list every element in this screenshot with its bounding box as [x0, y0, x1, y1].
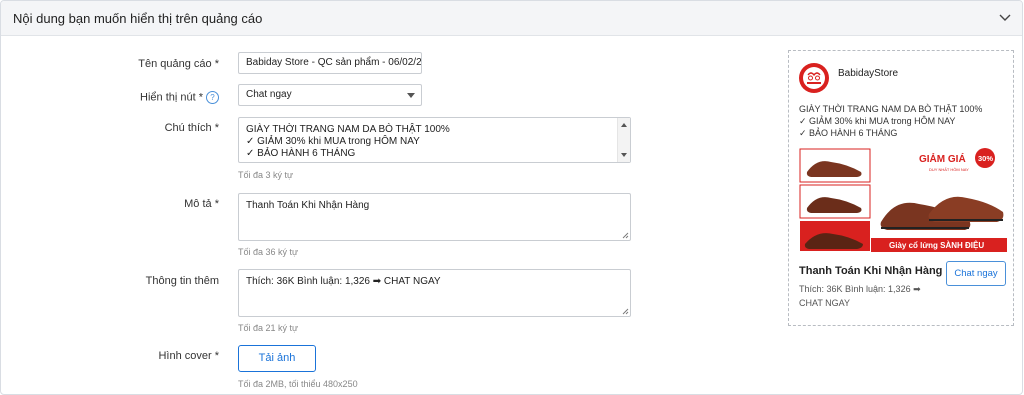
more-info-hint: Tối đa 21 ký tự [238, 323, 299, 333]
ad-preview-card: BabidayStore GIÀY THỜI TRANG NAM DA BÒ T… [788, 50, 1014, 326]
upload-image-button[interactable]: Tải ảnh [238, 345, 316, 372]
caption-line: ✓ GIẢM 30% khi MUA trong HÔM NAY [246, 136, 420, 147]
preview-caption: GIÀY THỜI TRANG NAM DA BÒ THẬT 100% ✓ GI… [799, 103, 1009, 139]
chevron-down-icon[interactable] [998, 10, 1012, 24]
resize-handle-icon[interactable] [622, 232, 629, 239]
cover-hint: Tối đa 2MB, tối thiểu 480x250 [238, 379, 358, 389]
ad-content-panel: Nội dung bạn muốn hiển thị trên quảng cá… [0, 0, 1023, 395]
banner-sale-text: GIẢM GIÁ [919, 152, 966, 165]
caption-line: ✓ BẢO HÀNH 6 THÁNG [246, 148, 356, 159]
preview-description: Thích: 36K Bình luận: 1,326 ➡ CHAT NGAY [799, 284, 921, 308]
description-textarea[interactable]: Thanh Toán Khi Nhận Hàng [238, 193, 631, 241]
button-select-value: Chat ngay [246, 89, 292, 100]
ad-name-label: Tên quảng cáo * [138, 58, 219, 70]
banner-slogan-text: Giày cổ lửng SÀNH ĐIỆU [889, 241, 984, 250]
resize-handle-icon[interactable] [622, 308, 629, 315]
button-display-label-text: Hiển thị nút * [140, 91, 203, 104]
store-avatar [799, 63, 829, 93]
preview-ad-image: GIẢM GIÁ 30% DUY NHẤT HÔM NAY Giày cổ lử… [799, 148, 1007, 252]
scroll-down-icon[interactable] [621, 153, 627, 157]
button-display-label: Hiển thị nút *? [140, 91, 219, 104]
preview-cta-button[interactable]: Chat ngay [946, 261, 1006, 286]
description-hint: Tối đa 36 ký tự [238, 247, 299, 257]
preview-headline: Thanh Toán Khi Nhận Hàng [799, 265, 943, 277]
more-info-text: Thích: 36K Bình luận: 1,326 ➡ CHAT NGAY [246, 276, 441, 287]
banner-percent-text: 30% [978, 154, 993, 163]
help-icon[interactable]: ? [206, 91, 219, 104]
button-select[interactable]: Chat ngay [238, 84, 422, 106]
preview-caption-line: ✓ GIẢM 30% khi MUA trong HÔM NAY [799, 116, 956, 126]
caption-scrollbar[interactable] [617, 118, 630, 162]
panel-header[interactable]: Nội dung bạn muốn hiển thị trên quảng cá… [1, 1, 1022, 36]
dropdown-arrow-icon [407, 93, 415, 98]
store-logo-icon [803, 67, 825, 89]
scroll-up-icon[interactable] [621, 123, 627, 127]
preview-caption-line: GIÀY THỜI TRANG NAM DA BÒ THẬT 100% [799, 104, 983, 114]
more-info-textarea[interactable]: Thích: 36K Bình luận: 1,326 ➡ CHAT NGAY [238, 269, 631, 317]
caption-label: Chú thích * [164, 122, 219, 134]
caption-line: GIÀY THỜI TRANG NAM DA BÒ THẬT 100% [246, 124, 450, 135]
banner-sub-text: DUY NHẤT HÔM NAY [929, 167, 969, 172]
ad-name-input[interactable]: Babiday Store - QC sản phẩm - 06/02/20 [238, 52, 422, 74]
shoe-banner-image: GIẢM GIÁ 30% DUY NHẤT HÔM NAY Giày cổ lử… [799, 148, 1007, 252]
description-label: Mô tả * [184, 198, 219, 210]
description-text: Thanh Toán Khi Nhận Hàng [246, 200, 370, 211]
cover-label: Hình cover * [158, 350, 219, 362]
more-info-label: Thông tin thêm [145, 275, 219, 287]
caption-textarea[interactable]: GIÀY THỜI TRANG NAM DA BÒ THẬT 100% ✓ GI… [238, 117, 631, 163]
panel-title: Nội dung bạn muốn hiển thị trên quảng cá… [13, 11, 263, 26]
preview-store-name: BabidayStore [838, 68, 899, 79]
preview-caption-line: ✓ BẢO HÀNH 6 THÁNG [799, 128, 898, 138]
caption-hint: Tối đa 3 ký tự [238, 170, 294, 180]
